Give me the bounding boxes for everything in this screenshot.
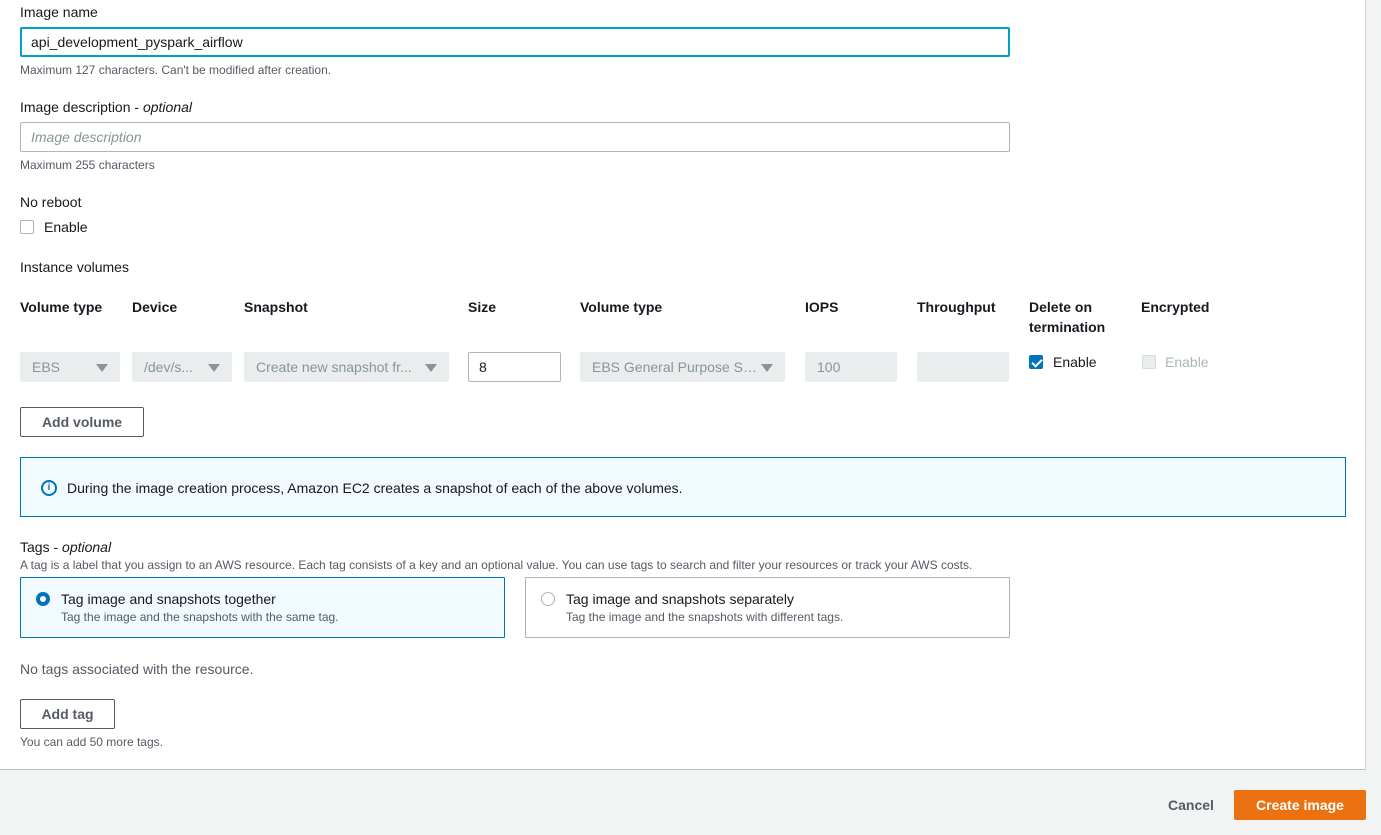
ebs-volume-type-value: EBS General Purpose SS... [592, 359, 762, 375]
device-select[interactable]: /dev/s... [132, 352, 232, 382]
no-tags-text: No tags associated with the resource. [20, 661, 254, 677]
image-name-label: Image name [20, 4, 98, 20]
col-delete-line-1: Delete on [1029, 299, 1093, 315]
image-description-hint: Maximum 255 characters [20, 158, 155, 172]
col-snapshot: Snapshot [244, 299, 308, 315]
image-description-label: Image description - optional [20, 99, 193, 115]
size-input[interactable]: 8 [468, 352, 561, 382]
no-reboot-label: No reboot [20, 194, 82, 210]
create-image-form: Image name api_development_pyspark_airfl… [0, 0, 1366, 770]
tag-together-title: Tag image and snapshots together [61, 591, 276, 607]
tag-separately-title: Tag image and snapshots separately [566, 591, 795, 607]
instance-volumes-label: Instance volumes [20, 259, 129, 275]
create-image-button[interactable]: Create image [1234, 790, 1366, 820]
iops-input[interactable]: 100 [805, 352, 897, 382]
tag-separately-radio[interactable] [541, 592, 555, 606]
snapshot-value: Create new snapshot fr... [256, 359, 412, 375]
delete-on-termination-enable-label[interactable]: Enable [1053, 354, 1097, 370]
chevron-down-icon [208, 364, 220, 372]
col-volume-type: Volume type [20, 299, 103, 315]
encrypted-checkbox [1142, 355, 1156, 369]
col-ebs-volume-type: Volume type [580, 299, 663, 315]
chevron-down-icon [425, 364, 437, 372]
throughput-input[interactable] [917, 352, 1009, 382]
snapshot-select[interactable]: Create new snapshot fr... [244, 352, 449, 382]
no-reboot-checkbox[interactable] [20, 220, 34, 234]
tag-separately-subtitle: Tag the image and the snapshots with dif… [566, 610, 844, 624]
delete-on-termination-checkbox[interactable] [1029, 355, 1043, 369]
device-value: /dev/s... [144, 359, 194, 375]
image-name-hint: Maximum 127 characters. Can't be modifie… [20, 63, 332, 77]
optional-marker: optional [142, 99, 193, 115]
col-delete-on-termination: Delete on termination [1029, 297, 1105, 337]
add-tag-button[interactable]: Add tag [20, 699, 115, 729]
tags-optional-marker: optional [62, 539, 112, 555]
chevron-down-icon [761, 364, 773, 372]
volume-type-value: EBS [32, 359, 61, 375]
col-delete-line-2: termination [1029, 319, 1106, 335]
col-device: Device [132, 299, 178, 315]
info-alert: i During the image creation process, Ama… [20, 457, 1346, 517]
tag-together-subtitle: Tag the image and the snapshots with the… [61, 610, 339, 624]
chevron-down-icon [96, 364, 108, 372]
tag-together-radio[interactable] [36, 592, 50, 606]
add-volume-button[interactable]: Add volume [20, 407, 144, 437]
tag-separately-option[interactable]: Tag image and snapshots separately Tag t… [525, 577, 1010, 638]
image-name-input[interactable]: api_development_pyspark_airflow [20, 27, 1010, 57]
cancel-button[interactable]: Cancel [1168, 797, 1214, 813]
volume-type-select[interactable]: EBS [20, 352, 120, 382]
col-throughput: Throughput [917, 299, 996, 315]
ebs-volume-type-select[interactable]: EBS General Purpose SS... [580, 352, 785, 382]
info-alert-text: During the image creation process, Amazo… [67, 480, 683, 496]
info-icon: i [41, 480, 57, 496]
encrypted-enable-label: Enable [1165, 354, 1209, 370]
col-size: Size [468, 299, 497, 315]
tags-label: Tags - optional [20, 539, 112, 555]
tag-together-option[interactable]: Tag image and snapshots together Tag the… [20, 577, 505, 638]
tags-label-text: Tags [20, 539, 50, 555]
col-encrypted: Encrypted [1141, 299, 1210, 315]
image-description-input[interactable]: Image description [20, 122, 1010, 152]
no-reboot-enable-label[interactable]: Enable [44, 219, 88, 235]
tags-remaining-hint: You can add 50 more tags. [20, 735, 163, 749]
image-description-label-text: Image description [20, 99, 131, 115]
col-iops: IOPS [805, 299, 839, 315]
tags-description: A tag is a label that you assign to an A… [20, 558, 973, 572]
